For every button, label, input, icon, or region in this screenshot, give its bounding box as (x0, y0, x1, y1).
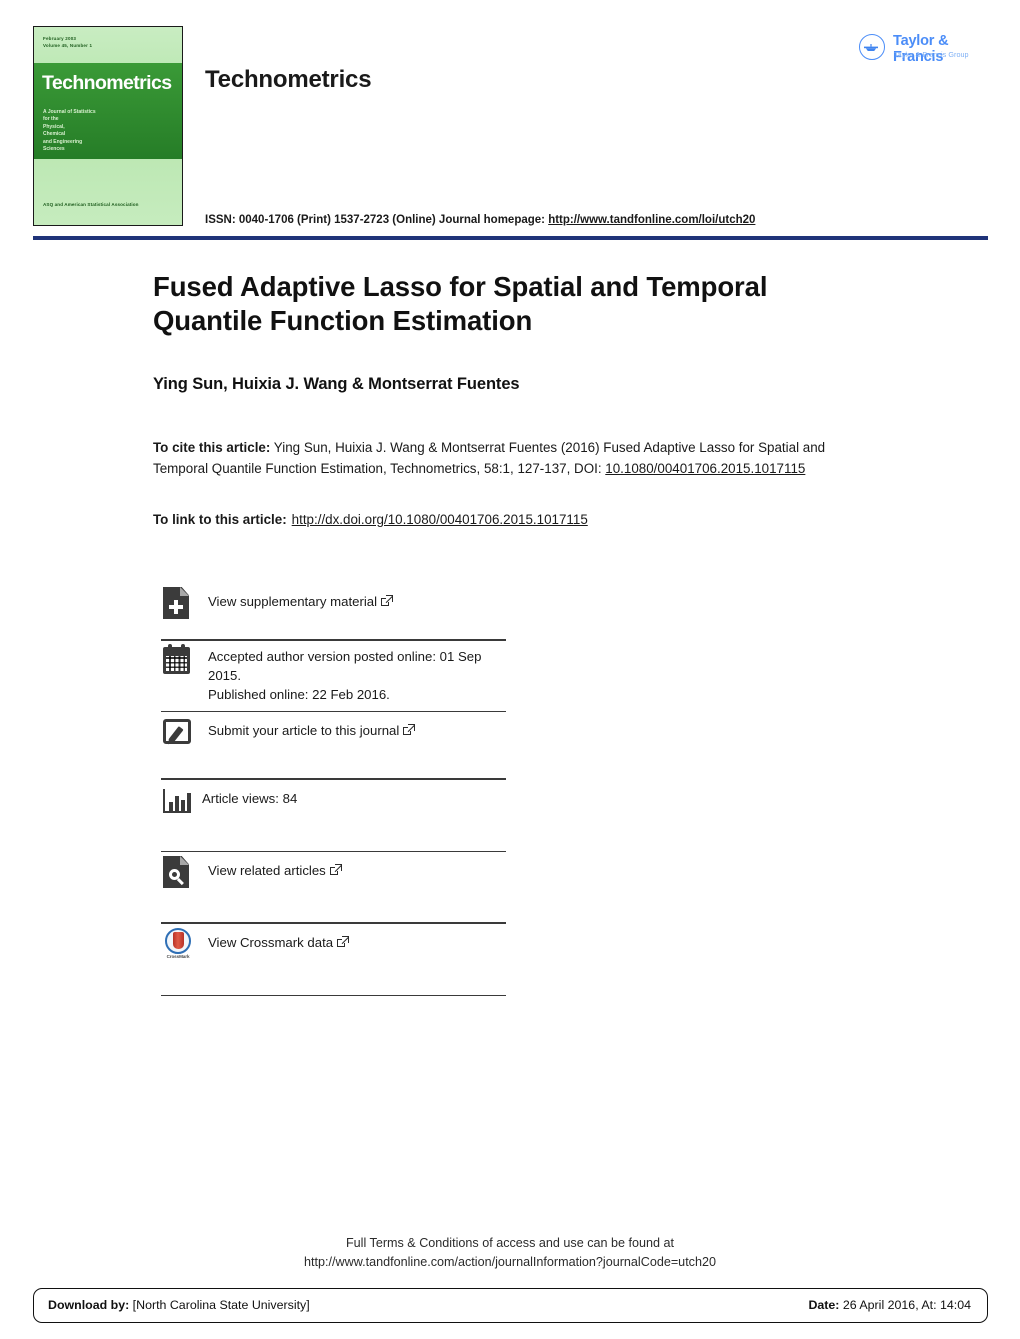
bar-chart-icon (161, 784, 195, 818)
list-item-label: Submit your article to this journal (195, 712, 416, 740)
citation-doi-link[interactable]: 10.1080/00401706.2015.1017115 (605, 461, 805, 476)
list-item-label: Accepted author version posted online: 0… (208, 648, 482, 702)
crossmark-icon: CrossMark (161, 927, 195, 962)
cover-bottom-panel: ASQ and American Statistical Association (34, 159, 182, 225)
external-link-icon (337, 935, 350, 948)
download-by-value: [North Carolina State University] (129, 1298, 310, 1312)
cover-subtitle: A Journal of Statistics for the Physical… (43, 109, 96, 153)
cover-title: Technometrics (42, 72, 172, 94)
cover-title-band: Technometrics A Journal of Statistics fo… (34, 63, 182, 159)
article-doi-url[interactable]: http://dx.doi.org/10.1080/00401706.2015.… (292, 512, 588, 527)
article-link-label: To link to this article: (153, 512, 287, 527)
document-search-icon (161, 856, 195, 890)
cover-association: ASQ and American Statistical Association (43, 202, 139, 207)
download-by: Download by: [North Carolina State Unive… (48, 1298, 310, 1312)
crossmark-badge-text: CrossMark (166, 953, 190, 959)
journal-title: Technometrics (205, 66, 372, 93)
article-metrics-list: View supplementary material Accepted aut… (161, 583, 506, 996)
terms-line-1: Full Terms & Conditions of access and us… (345, 1236, 675, 1250)
pencil-square-icon (161, 716, 195, 750)
cover-issue-info: February 2003 Volume 45, Number 1 (43, 35, 92, 49)
list-item: Article views: 84 (161, 780, 506, 851)
download-date-value: 26 April 2016, At: 14:04 (839, 1298, 971, 1312)
terms-and-conditions: Full Terms & Conditions of access and us… (0, 1234, 1020, 1272)
supplementary-material-label: View supplementary material (208, 594, 378, 609)
external-link-icon (329, 864, 342, 876)
citation-label: To cite this article: (153, 440, 271, 455)
document-plus-icon (161, 587, 195, 621)
terms-url[interactable]: http://www.tandfonline.com/action/journa… (0, 1253, 1020, 1272)
article-link-block: To link to this article: http://dx.doi.or… (153, 509, 873, 530)
related-articles-label: View related articles (208, 863, 326, 878)
citation-block: To cite this article: Ying Sun, Huixia J… (153, 437, 873, 479)
page-title: Fused Adaptive Lasso for Spatial and Tem… (153, 271, 768, 336)
cover-issue-date: February 2003 (43, 36, 77, 41)
crossmark-data-label: View Crossmark data (208, 934, 334, 950)
taylor-francis-mark-icon (859, 34, 885, 60)
list-item-label: View related articles (195, 852, 342, 880)
taylor-francis-logo: Taylor & Francis Taylor & Francis Group (853, 30, 988, 72)
document-page: February 2003 Volume 45, Number 1 Technom… (0, 0, 1020, 1339)
taylor-francis-group: Taylor & Francis Group (894, 50, 969, 59)
list-item[interactable]: Submit your article to this journal (161, 712, 506, 778)
list-item[interactable]: View related articles (161, 852, 506, 922)
calendar-icon (161, 643, 195, 679)
download-by-label: Download by: (48, 1298, 130, 1312)
journal-header: February 2003 Volume 45, Number 1 Technom… (33, 26, 988, 230)
list-item[interactable]: View supplementary material (161, 583, 506, 639)
list-divider (161, 994, 506, 996)
list-item: Accepted author version posted online: 0… (161, 641, 506, 711)
download-info-bar: Download by: [North Carolina State Unive… (33, 1288, 988, 1323)
cover-top-panel: February 2003 Volume 45, Number 1 (34, 27, 182, 63)
cover-issue-volume: Volume 45, Number 1 (43, 43, 93, 48)
list-item-label: Article views: 84 (202, 790, 298, 806)
download-date: Date: 26 April 2016, At: 14:04 (808, 1298, 971, 1312)
list-item[interactable]: CrossMark View Crossmark data (161, 924, 506, 995)
journal-homepage-link[interactable]: http://www.tandfonline.com/loi/utch20 (548, 214, 755, 226)
list-item-label: View Crossmark data (195, 924, 350, 952)
journal-cover-thumbnail: February 2003 Volume 45, Number 1 Technom… (33, 26, 183, 226)
bridge-glyph-icon (864, 44, 878, 51)
article-authors: Ying Sun, Huixia J. Wang & Montserrat Fu… (153, 375, 520, 393)
list-item-label: View supplementary material (195, 583, 394, 611)
external-link-icon (381, 595, 394, 607)
taylor-francis-name: Taylor & Francis (893, 33, 949, 65)
submit-article-label: Submit your article to this journal (208, 723, 400, 738)
issn-text: ISSN: 0040-1706 (Print) 1537-2723 (Onlin… (205, 214, 549, 226)
issn-line: ISSN: 0040-1706 (Print) 1537-2723 (Onlin… (205, 214, 755, 226)
download-date-label: Date: (808, 1298, 840, 1312)
header-divider (33, 236, 988, 240)
external-link-icon (403, 724, 416, 736)
